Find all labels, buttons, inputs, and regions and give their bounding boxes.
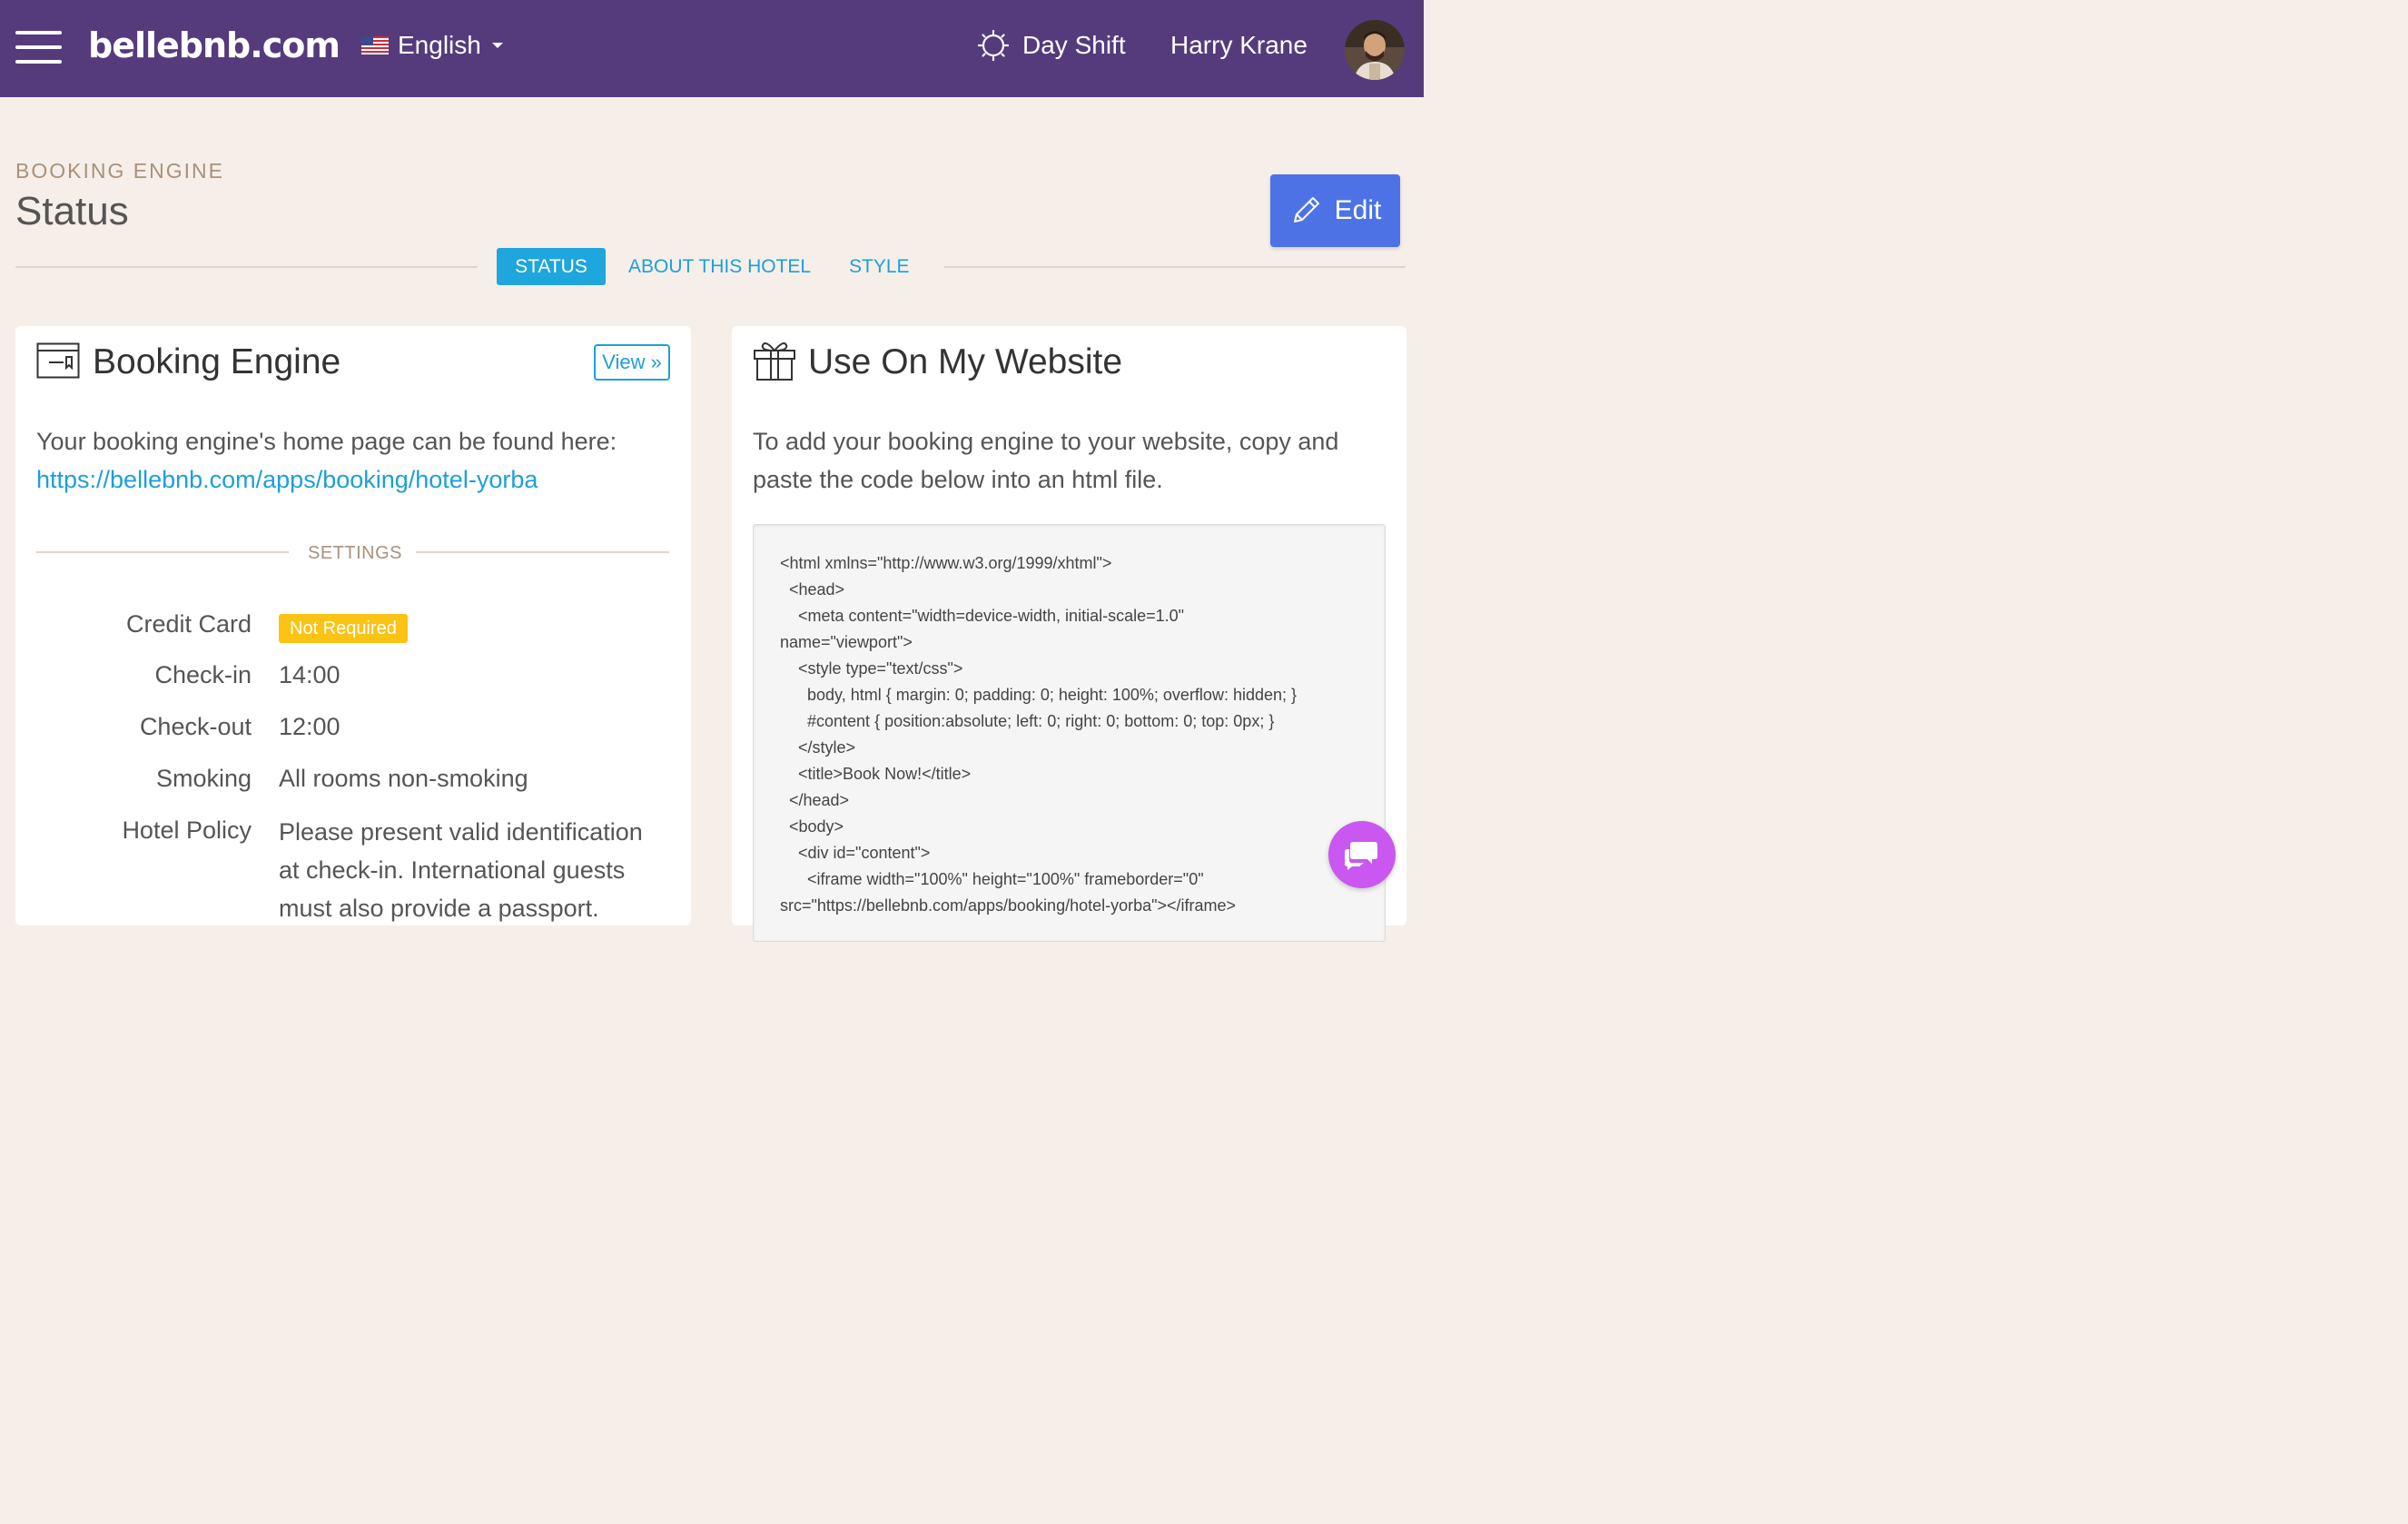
code-line: src="https://bellebnb.com/apps/booking/h… — [780, 896, 1237, 915]
user-name[interactable]: Harry Krane — [1170, 27, 1308, 64]
tab-status[interactable]: STATUS — [497, 248, 606, 285]
tab-divider-right — [944, 266, 1406, 268]
use-on-website-title: Use On My Website — [808, 342, 1123, 381]
avatar[interactable] — [1345, 20, 1405, 80]
top-navbar: bellebnb.com English Day Shift Harry Kra… — [0, 0, 1424, 97]
code-line: <title>Book Now!</title> — [780, 765, 972, 783]
checkout-value: 12:00 — [279, 713, 340, 740]
website-intro-line: paste the code below into an html file. — [753, 466, 1163, 493]
settings-heading: SETTINGS — [308, 543, 403, 563]
code-line: body, html { margin: 0; padding: 0; heig… — [780, 686, 1298, 704]
hotel-policy-line: must also provide a passport. — [279, 895, 599, 922]
booking-intro: Your booking engine's home page can be f… — [36, 428, 617, 455]
hotel-policy-line: at check-in. International guests — [279, 856, 626, 884]
code-line: <style type="text/css"> — [780, 659, 963, 678]
code-line: name="viewport"> — [780, 633, 913, 651]
hotel-policy-label: Hotel Policy — [122, 816, 252, 844]
embed-code-block[interactable]: <html xmlns="http://www.w3.org/1999/xhtm… — [753, 524, 1386, 942]
chat-icon — [1345, 842, 1377, 870]
code-line: <body> — [780, 817, 844, 836]
gift-icon — [754, 342, 795, 381]
sun-icon — [978, 30, 1009, 61]
tab-style[interactable]: STYLE — [849, 248, 910, 285]
code-line: #content { position:absolute; left: 0; r… — [780, 712, 1275, 730]
us-flag-icon — [361, 36, 389, 54]
hotel-policy-line: Please present valid identification — [279, 818, 643, 846]
language-label: English — [398, 31, 481, 59]
section-label: BOOKING ENGINE — [15, 159, 224, 183]
menu-icon[interactable] — [15, 31, 62, 64]
booking-engine-title: Booking Engine — [93, 342, 341, 381]
website-intro-line: To add your booking engine to your websi… — [753, 428, 1339, 455]
code-line: </head> — [780, 791, 850, 809]
booking-url-link[interactable]: https://bellebnb.com/apps/booking/hotel-… — [36, 460, 538, 499]
tab-about-this-hotel[interactable]: ABOUT THIS HOTEL — [628, 248, 811, 285]
edit-button[interactable]: Edit — [1270, 174, 1400, 247]
use-on-website-card: Use On My Website To add your booking en… — [732, 326, 1406, 942]
language-selector[interactable]: English — [361, 27, 503, 64]
brand-logo[interactable]: bellebnb.com — [88, 25, 340, 65]
hotel-policy-value: Please present valid identification at c… — [279, 813, 678, 927]
status-badge: Not Required — [279, 614, 408, 643]
shift-label: Day Shift — [1022, 31, 1126, 59]
edit-label: Edit — [1334, 195, 1382, 225]
view-button[interactable]: View » — [594, 344, 670, 381]
page-title: Status — [15, 189, 129, 233]
code-line: <head> — [780, 580, 845, 599]
booking-window-icon — [36, 342, 80, 379]
checkout-label: Check-out — [139, 713, 252, 740]
tab-divider-left — [15, 266, 478, 268]
chevron-down-icon — [491, 43, 503, 48]
checkin-label: Check-in — [154, 661, 252, 688]
settings-divider-right — [416, 551, 669, 553]
checkin-value: 14:00 — [279, 661, 340, 688]
smoking-value: All rooms non-smoking — [279, 765, 528, 792]
code-line: <html xmlns="http://www.w3.org/1999/xhtm… — [780, 554, 1112, 572]
credit-card-label: Credit Card — [125, 610, 252, 638]
code-line: <iframe width="100%" height="100%" frame… — [780, 870, 1204, 888]
code-line: </style> — [780, 738, 856, 757]
pencil-icon — [1293, 197, 1319, 223]
settings-divider-left — [36, 551, 289, 553]
smoking-label: Smoking — [155, 765, 252, 792]
booking-engine-card: Booking Engine View » Your booking engin… — [15, 326, 691, 925]
code-line: <meta content="width=device-width, initi… — [780, 607, 1185, 625]
shift-selector[interactable]: Day Shift — [978, 27, 1126, 64]
code-line: <div id="content"> — [780, 844, 931, 862]
chat-button[interactable] — [1328, 821, 1396, 888]
